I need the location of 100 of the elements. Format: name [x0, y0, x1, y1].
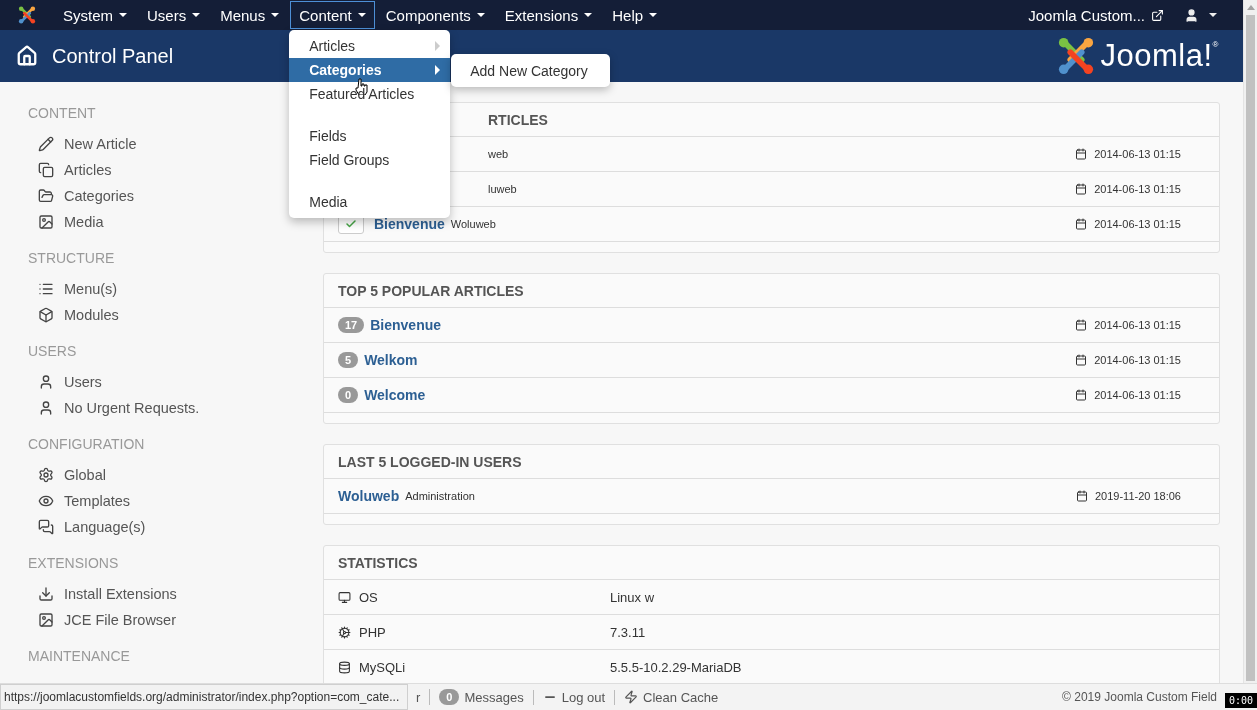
timer-badge: 0:00 — [1224, 693, 1257, 708]
user-link[interactable]: Woluweb — [338, 488, 400, 504]
date-text: 2014-06-13 01:15 — [1075, 319, 1181, 331]
panel-title: STATISTICS — [338, 554, 418, 571]
nav-menu[interactable]: Extensions — [495, 1, 602, 29]
external-link-icon — [1151, 8, 1164, 22]
clean-cache-link[interactable]: Clean Cache — [614, 689, 728, 705]
article-link[interactable]: Bienvenue — [370, 317, 442, 333]
article-link[interactable]: Welcome — [364, 387, 426, 403]
caret-icon — [476, 13, 485, 17]
copy-icon — [37, 162, 54, 178]
panel-title: LAST 5 LOGGED-IN USERS — [338, 453, 522, 470]
date-text: 2014-06-13 01:15 — [1075, 354, 1181, 366]
home-icon — [16, 45, 38, 67]
logout-link[interactable]: Log out — [532, 689, 615, 705]
messages-link[interactable]: 0 Messages — [429, 689, 533, 705]
eye-icon — [37, 493, 54, 509]
menu-item[interactable]: Add New Category — [451, 62, 611, 79]
calendar-icon — [1075, 490, 1088, 502]
hits-count: 0 — [338, 387, 359, 403]
stat-label: MySQLi — [338, 659, 610, 675]
page-title: Control Panel — [16, 44, 174, 68]
link-url-tooltip: https://joomlacustomfields.org/administrator/index.php?option=com_cate... — [0, 684, 408, 710]
list-icon — [37, 281, 54, 297]
date-text: 2014-06-13 01:15 — [1075, 389, 1181, 401]
stat-label: PHP — [338, 624, 610, 640]
hits-count: 17 — [338, 317, 365, 333]
calendar-icon — [1075, 354, 1088, 366]
pencil-icon — [37, 136, 54, 152]
sidebar-link[interactable]: Menu(s) — [28, 276, 300, 302]
section-heading: CONTENT — [28, 104, 97, 123]
joomla-logo-icon — [1056, 37, 1095, 75]
nav-menu[interactable]: System — [54, 1, 136, 29]
nav-menu[interactable]: Help — [603, 1, 667, 29]
panel-title: TOP 5 POPULAR ARTICLES — [338, 282, 524, 299]
database-icon — [338, 660, 351, 674]
caret-icon — [649, 13, 658, 17]
sidebar-link[interactable]: Modules — [28, 302, 300, 328]
client-text: Administration — [405, 490, 475, 502]
calendar-icon — [1075, 319, 1088, 331]
lightning-icon — [624, 690, 639, 704]
menu-item[interactable]: Articles — [289, 34, 451, 58]
chat-icon — [37, 519, 54, 535]
calendar-icon — [1075, 148, 1088, 160]
stat-label: OS — [338, 589, 610, 605]
footer-text: r — [416, 689, 421, 705]
brand-name: Joomla!$^{®}$ — [1100, 38, 1219, 74]
stat-value: Linux w — [610, 589, 655, 605]
user-icon — [1184, 7, 1199, 23]
menu-item[interactable]: Categories — [289, 58, 451, 82]
sidebar-link[interactable]: Language(s) — [28, 514, 300, 540]
hits-count: 5 — [338, 352, 359, 368]
section-heading: USERS — [28, 342, 78, 361]
copyright-text: © 2019 Joomla Custom Field — [1062, 690, 1217, 704]
sidebar-link[interactable]: Global — [28, 462, 300, 488]
nav-menu[interactable]: Menus — [211, 1, 289, 29]
caret-icon — [584, 13, 593, 17]
date-text: 2014-06-13 01:15 — [1075, 148, 1181, 160]
nav-menu[interactable]: Content — [290, 1, 375, 29]
section-heading: STRUCTURE — [28, 249, 116, 268]
article-link[interactable]: Bienvenue — [374, 216, 445, 232]
sidebar-link[interactable]: JCE File Browser — [28, 607, 300, 633]
cube-icon — [37, 307, 54, 323]
image-icon — [37, 612, 54, 628]
caret-icon — [119, 13, 127, 17]
sidebar-link[interactable]: Install Extensions — [28, 581, 300, 607]
settings-icon — [37, 467, 54, 483]
download-icon — [37, 586, 54, 602]
section-heading: MAINTENANCE — [28, 647, 131, 666]
user-menu[interactable] — [1184, 7, 1217, 23]
menu-item[interactable]: Featured Articles — [289, 82, 451, 106]
section-heading: EXTENSIONS — [28, 554, 120, 573]
site-link[interactable]: Joomla Custom... — [1028, 6, 1164, 24]
nav-menu[interactable]: Components — [376, 1, 494, 29]
sidebar-link[interactable]: No Urgent Requests. — [28, 395, 300, 421]
caret-icon — [192, 13, 201, 17]
image-icon — [37, 214, 54, 230]
date-text: 2019-11-20 18:06 — [1075, 490, 1181, 502]
check-icon — [345, 218, 357, 230]
author-text: web — [488, 148, 509, 160]
panel-title: RTICLES — [488, 111, 548, 128]
scrollbar[interactable] — [1243, 0, 1257, 683]
joomla-logo-icon — [18, 6, 36, 24]
folder-icon — [37, 188, 54, 204]
calendar-icon — [1075, 183, 1088, 195]
stat-value: 7.3.11 — [610, 624, 646, 640]
article-link[interactable]: Welkom — [364, 352, 418, 368]
stat-value: 5.5.5-10.2.29-MariaDB — [610, 659, 742, 675]
nav-menu[interactable]: Users — [138, 1, 210, 29]
date-text: 2014-06-13 01:15 — [1075, 218, 1181, 230]
sidebar-link[interactable]: Users — [28, 369, 300, 395]
calendar-icon — [1075, 218, 1088, 230]
author-text: luweb — [488, 183, 517, 195]
sidebar-link[interactable]: Templates — [28, 488, 300, 514]
cog-icon — [338, 625, 351, 639]
caret-icon — [271, 13, 280, 17]
date-text: 2014-06-13 01:15 — [1075, 183, 1181, 195]
calendar-icon — [1075, 389, 1088, 401]
caret-icon — [357, 13, 366, 17]
section-heading: CONFIGURATION — [28, 435, 146, 454]
